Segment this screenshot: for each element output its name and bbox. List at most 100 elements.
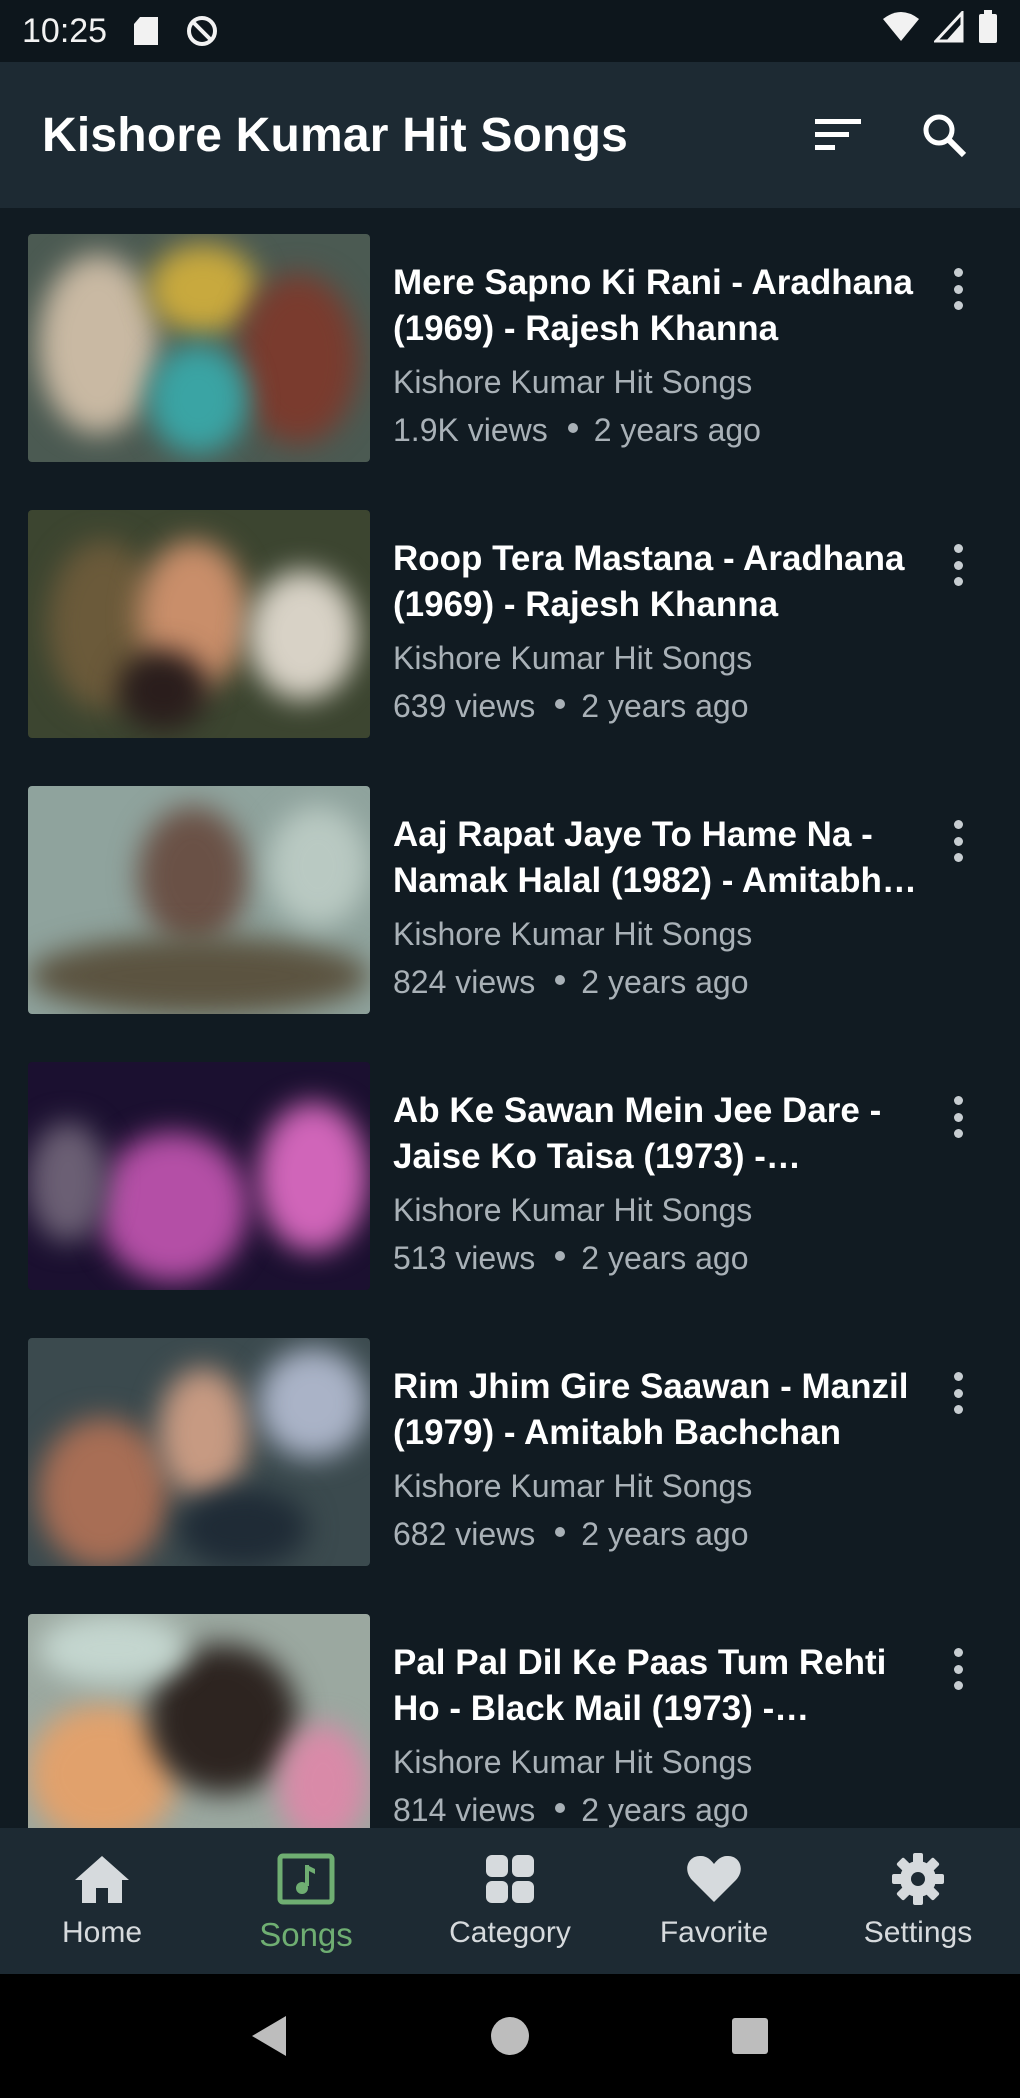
- video-list-item[interactable]: Pal Pal Dil Ke Paas Tum Rehti Ho - Black…: [0, 1588, 1020, 1828]
- video-list-item[interactable]: Ab Ke Sawan Mein Jee Dare - Jaise Ko Tai…: [0, 1036, 1020, 1312]
- video-channel: Kishore Kumar Hit Songs: [393, 640, 753, 676]
- video-views: 814 views: [393, 1792, 536, 1828]
- video-age: 2 years ago: [581, 964, 749, 1000]
- video-info: Mere Sapno Ki Rani - Aradhana (1969) - R…: [393, 260, 923, 456]
- nav-label: Settings: [863, 1916, 973, 1949]
- back-triangle-icon: [252, 2016, 286, 2056]
- nav-label: Songs: [259, 1916, 353, 1953]
- video-title[interactable]: Roop Tera Mastana - Aradhana (1969) - Ra…: [393, 536, 923, 628]
- video-info: Aaj Rapat Jaye To Hame Na - Namak Halal …: [393, 812, 923, 1008]
- more-options-button[interactable]: [940, 1092, 976, 1142]
- separator-dot: [555, 1803, 566, 1813]
- gear-icon: [889, 1850, 947, 1908]
- status-time: 10:25: [22, 11, 108, 50]
- nav-category[interactable]: Category: [408, 1828, 612, 1974]
- video-age: 2 years ago: [581, 688, 749, 724]
- video-info: Pal Pal Dil Ke Paas Tum Rehti Ho - Black…: [393, 1640, 923, 1828]
- app-title: Kishore Kumar Hit Songs: [42, 108, 629, 162]
- video-list[interactable]: Mere Sapno Ki Rani - Aradhana (1969) - R…: [0, 208, 1020, 1828]
- separator-dot: [555, 975, 566, 985]
- bottom-navigation: Home Songs Category Favorite Settings: [0, 1828, 1020, 1974]
- home-circle-icon: [491, 2017, 529, 2055]
- more-options-button[interactable]: [940, 816, 976, 866]
- home-icon: [73, 1850, 131, 1908]
- nav-settings[interactable]: Settings: [816, 1828, 1020, 1974]
- more-options-button[interactable]: [940, 1644, 976, 1694]
- video-meta: 824 views 2 years ago: [393, 956, 923, 1008]
- status-right: [882, 8, 998, 53]
- recents-square-icon: [732, 2018, 768, 2054]
- sd-card-icon: [129, 14, 163, 48]
- video-channel: Kishore Kumar Hit Songs: [393, 1744, 753, 1780]
- video-title[interactable]: Aaj Rapat Jaye To Hame Na - Namak Halal …: [393, 812, 923, 904]
- video-views: 682 views: [393, 1516, 536, 1552]
- nav-label: Home: [61, 1916, 143, 1949]
- video-age: 2 years ago: [593, 412, 761, 448]
- battery-icon: [978, 9, 998, 53]
- wifi-icon: [882, 11, 920, 52]
- nav-label: Favorite: [659, 1916, 769, 1949]
- video-title[interactable]: Pal Pal Dil Ke Paas Tum Rehti Ho - Black…: [393, 1640, 923, 1732]
- video-channel: Kishore Kumar Hit Songs: [393, 1192, 753, 1228]
- video-views: 639 views: [393, 688, 536, 724]
- video-views: 824 views: [393, 964, 536, 1000]
- system-navigation-bar: [0, 1974, 1020, 2098]
- video-age: 2 years ago: [581, 1516, 749, 1552]
- signal-icon: [932, 8, 964, 52]
- separator-dot: [555, 1251, 566, 1261]
- more-options-button[interactable]: [940, 540, 976, 590]
- video-list-item[interactable]: Roop Tera Mastana - Aradhana (1969) - Ra…: [0, 484, 1020, 760]
- video-title[interactable]: Ab Ke Sawan Mein Jee Dare - Jaise Ko Tai…: [393, 1088, 923, 1180]
- more-options-button[interactable]: [940, 264, 976, 314]
- app-bar: Kishore Kumar Hit Songs: [0, 62, 1020, 208]
- video-views: 513 views: [393, 1240, 536, 1276]
- app-screen: 10:25 Kishore Kumar Hit Songs Mere Sapno…: [0, 0, 1020, 2098]
- nav-favorite[interactable]: Favorite: [612, 1828, 816, 1974]
- sort-icon: [815, 119, 861, 150]
- video-views: 1.9K views: [393, 412, 548, 448]
- video-list-item[interactable]: Mere Sapno Ki Rani - Aradhana (1969) - R…: [0, 208, 1020, 484]
- music-note-icon: [277, 1850, 335, 1908]
- video-channel: Kishore Kumar Hit Songs: [393, 1468, 753, 1504]
- video-channel: Kishore Kumar Hit Songs: [393, 364, 753, 400]
- video-meta: 639 views 2 years ago: [393, 680, 923, 732]
- video-thumbnail[interactable]: [28, 1062, 370, 1290]
- video-channel: Kishore Kumar Hit Songs: [393, 916, 753, 952]
- nav-songs[interactable]: Songs: [204, 1828, 408, 1974]
- video-thumbnail[interactable]: [28, 510, 370, 738]
- nav-label: Category: [449, 1916, 571, 1949]
- video-age: 2 years ago: [581, 1792, 749, 1828]
- category-grid-icon: [481, 1850, 539, 1908]
- video-info: Roop Tera Mastana - Aradhana (1969) - Ra…: [393, 536, 923, 732]
- video-thumbnail[interactable]: [28, 786, 370, 1014]
- do-not-disturb-icon: [185, 14, 219, 48]
- video-thumbnail[interactable]: [28, 1338, 370, 1566]
- video-info: Rim Jhim Gire Saawan - Manzil (1979) - A…: [393, 1364, 923, 1560]
- video-meta: 1.9K views 2 years ago: [393, 404, 923, 456]
- back-button[interactable]: [245, 2011, 295, 2061]
- video-age: 2 years ago: [581, 1240, 749, 1276]
- video-meta: 513 views 2 years ago: [393, 1232, 923, 1284]
- nav-home[interactable]: Home: [0, 1828, 204, 1974]
- more-options-button[interactable]: [940, 1368, 976, 1418]
- video-thumbnail[interactable]: [28, 1614, 370, 1828]
- separator-dot: [555, 699, 566, 709]
- recents-button[interactable]: [725, 2011, 775, 2061]
- video-meta: 682 views 2 years ago: [393, 1508, 923, 1560]
- status-bar: 10:25: [0, 0, 1020, 62]
- video-title[interactable]: Rim Jhim Gire Saawan - Manzil (1979) - A…: [393, 1364, 923, 1456]
- video-title[interactable]: Mere Sapno Ki Rani - Aradhana (1969) - R…: [393, 260, 923, 352]
- video-thumbnail[interactable]: [28, 234, 370, 462]
- video-list-item[interactable]: Rim Jhim Gire Saawan - Manzil (1979) - A…: [0, 1312, 1020, 1588]
- search-icon: [923, 114, 967, 158]
- heart-icon: [685, 1850, 743, 1908]
- separator-dot: [567, 423, 578, 433]
- separator-dot: [555, 1527, 566, 1537]
- video-list-item[interactable]: Aaj Rapat Jaye To Hame Na - Namak Halal …: [0, 760, 1020, 1036]
- home-system-button[interactable]: [485, 2011, 535, 2061]
- video-meta: 814 views 2 years ago: [393, 1784, 923, 1828]
- search-button[interactable]: [916, 107, 972, 163]
- sort-button[interactable]: [810, 107, 866, 163]
- app-bar-actions: [810, 107, 978, 163]
- video-info: Ab Ke Sawan Mein Jee Dare - Jaise Ko Tai…: [393, 1088, 923, 1284]
